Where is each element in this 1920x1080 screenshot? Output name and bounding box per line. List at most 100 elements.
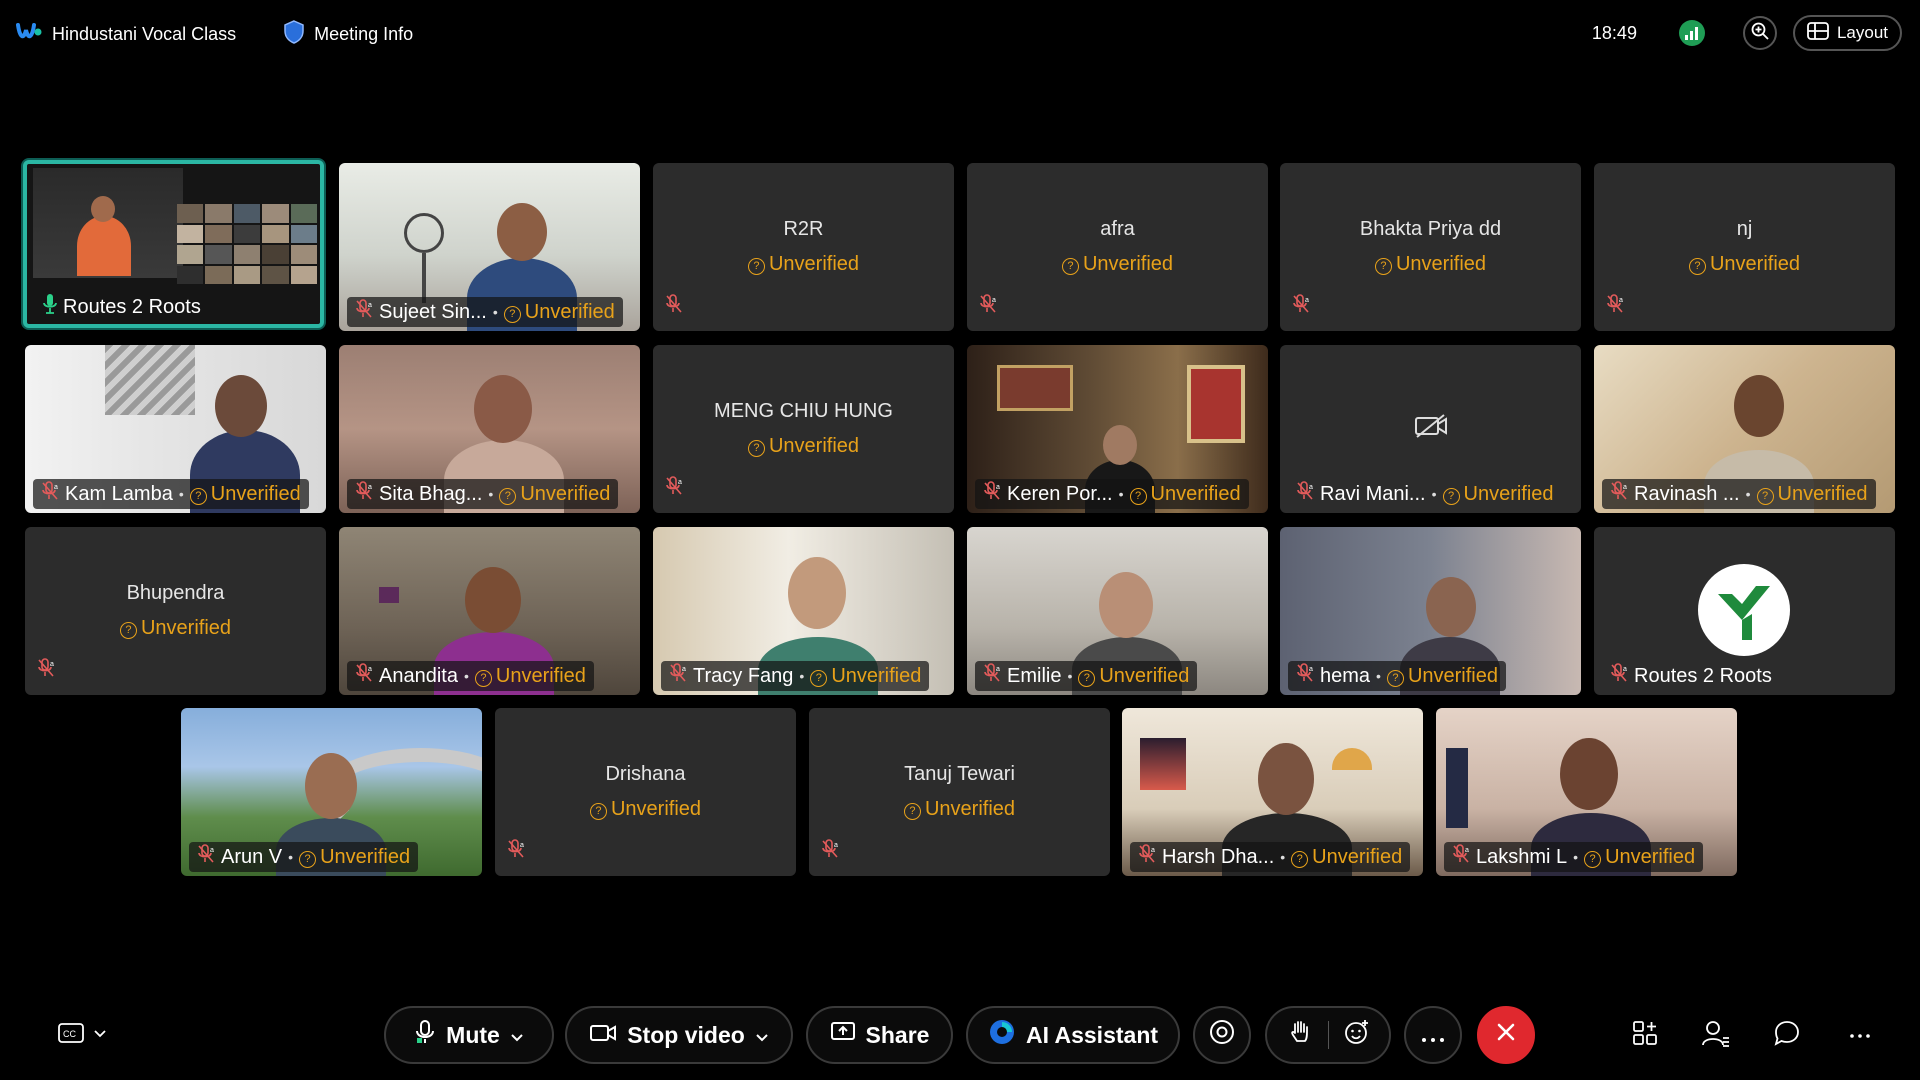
layout-button[interactable]: Layout xyxy=(1792,15,1902,51)
unverified-badge: ? Unverified xyxy=(189,482,301,506)
wall-art xyxy=(1446,748,1468,828)
participant-name: hema xyxy=(1320,664,1371,687)
participant-tile-arun-v[interactable]: a Arun V • ? Unverified xyxy=(181,708,482,876)
ai-assistant-icon xyxy=(988,1018,1016,1052)
wall-poster xyxy=(1140,738,1186,790)
participant-head xyxy=(474,375,532,443)
microphone-muted-icon: a xyxy=(1452,844,1470,870)
svg-text:a: a xyxy=(1305,297,1309,304)
unverified-label: Unverified xyxy=(524,300,615,323)
participant-name: Sita Bhag... xyxy=(379,482,483,505)
svg-text:a: a xyxy=(1619,297,1623,304)
network-signal-icon[interactable] xyxy=(1678,20,1705,46)
participant-head xyxy=(1258,743,1314,815)
share-label: Share xyxy=(865,1021,930,1048)
participant-tile-routes-2-roots-presenter[interactable]: Routes 2 Roots xyxy=(23,160,324,328)
participant-head xyxy=(788,557,846,629)
unverified-badge: ? Unverified xyxy=(653,253,954,276)
participant-name-tag: a Lakshmi L • ? Unverified xyxy=(1444,842,1704,872)
reaction-button[interactable] xyxy=(1329,1018,1385,1052)
separator-dot: • xyxy=(288,849,294,865)
stop-video-button[interactable]: Stop video xyxy=(565,1006,793,1064)
svg-text:a: a xyxy=(682,666,686,673)
svg-text:a: a xyxy=(996,484,1000,491)
participant-tile-routes-2-roots-avatar[interactable]: a Routes 2 Roots xyxy=(1594,527,1895,695)
participant-head xyxy=(215,375,267,437)
participant-tile-meng-chiu-hung[interactable]: MENG CHIU HUNG ? Unverified a xyxy=(653,345,954,513)
participant-tile-anandita[interactable]: a Anandita • ? Unverified xyxy=(339,527,640,695)
participant-tile-hema[interactable]: a hema • ? Unverified xyxy=(1280,527,1581,695)
microphone-muted-icon: a xyxy=(665,476,683,501)
more-options-button[interactable] xyxy=(1404,1006,1462,1064)
participant-tile-ravi-mani[interactable]: a Ravi Mani... • ? Unverified xyxy=(1280,345,1581,513)
end-call-button[interactable] xyxy=(1477,1006,1535,1064)
participant-tile-ravinash[interactable]: a Ravinash ... • ? Unverified xyxy=(1594,345,1895,513)
participant-tile-keren[interactable]: a Keren Por... • ? Unverified xyxy=(967,345,1268,513)
participant-name-tag: a Keren Por... • ? Unverified xyxy=(975,479,1249,509)
unverified-badge: ? Unverified xyxy=(653,435,954,458)
record-button[interactable] xyxy=(1193,1006,1251,1064)
participant-tile-drishana[interactable]: Drishana ? Unverified a xyxy=(495,708,796,876)
svg-text:a: a xyxy=(996,666,1000,673)
participant-tile-tracy-fang[interactable]: a Tracy Fang • ? Unverified xyxy=(653,527,954,695)
microphone-muted-icon: a xyxy=(1610,663,1628,689)
meeting-title[interactable]: Hindustani Vocal Class xyxy=(52,24,236,45)
unverified-badge: ? Unverified xyxy=(503,300,615,324)
participant-tile-lakshmi-l[interactable]: a Lakshmi L • ? Unverified xyxy=(1436,708,1737,876)
participant-name: Arun V xyxy=(221,845,283,868)
participant-head xyxy=(1560,738,1618,810)
meeting-info-link[interactable]: Meeting Info xyxy=(314,24,413,45)
unverified-label: Unverified xyxy=(768,435,860,457)
apps-button[interactable] xyxy=(1627,1020,1663,1050)
participant-head xyxy=(1103,425,1137,465)
svg-text:a: a xyxy=(50,661,54,668)
share-button[interactable]: Share xyxy=(806,1006,953,1064)
layout-grid-icon xyxy=(1807,21,1829,45)
participant-name: Drishana xyxy=(605,763,686,785)
participant-tile-afra[interactable]: afra ? Unverified a xyxy=(967,163,1268,331)
separator-dot: • xyxy=(1431,486,1437,502)
participant-tile-r2r[interactable]: R2R ? Unverified xyxy=(653,163,954,331)
svg-text:a: a xyxy=(210,847,214,854)
participant-name: Tracy Fang xyxy=(693,664,794,687)
unverified-badge: ? Unverified xyxy=(1594,253,1895,276)
mute-button[interactable]: Mute xyxy=(384,1006,554,1064)
lamp-shade xyxy=(1332,748,1372,770)
participant-name-tag: a Kam Lamba • ? Unverified xyxy=(33,479,309,509)
unverified-badge: ? Unverified xyxy=(495,798,796,821)
unverified-label: Unverified xyxy=(210,482,301,505)
shared-grid-thumbnails xyxy=(177,204,317,284)
meeting-header: Hindustani Vocal Class Meeting Info xyxy=(16,20,413,49)
participant-tile-emilie[interactable]: a Emilie • ? Unverified xyxy=(967,527,1268,695)
participants-button[interactable] xyxy=(1698,1020,1734,1050)
participant-tile-sita[interactable]: a Sita Bhag... • ? Unverified xyxy=(339,345,640,513)
captions-button[interactable]: CC xyxy=(52,1020,112,1050)
reaction-icon xyxy=(1343,1018,1371,1052)
participant-tile-harsh[interactable]: a Harsh Dha... • ? Unverified xyxy=(1122,708,1423,876)
video-camera-icon xyxy=(589,1022,617,1049)
participant-name: Sujeet Sin... xyxy=(379,300,487,323)
svg-text:CC: CC xyxy=(63,1029,76,1039)
unverified-badge: ? Unverified xyxy=(967,253,1268,276)
zoom-in-button[interactable] xyxy=(1742,16,1777,50)
chevron-down-icon xyxy=(755,1022,769,1049)
shield-icon xyxy=(284,20,304,49)
participant-name: Ravi Mani... xyxy=(1320,482,1426,505)
participant-tile-bhakta-priya[interactable]: Bhakta Priya dd ? Unverified a xyxy=(1280,163,1581,331)
ai-assistant-button[interactable]: AI Assistant xyxy=(966,1006,1180,1064)
participant-tile-tanuj-tewari[interactable]: Tanuj Tewari ? Unverified a xyxy=(809,708,1110,876)
chat-button[interactable] xyxy=(1769,1020,1805,1050)
microphone-muted-icon: a xyxy=(355,481,373,507)
avatar-logo-icon xyxy=(1718,586,1770,640)
participant-tile-sujeet[interactable]: a Sujeet Sin... • ? Unverified xyxy=(339,163,640,331)
separator-dot: • xyxy=(178,486,184,502)
chat-icon xyxy=(1773,1019,1801,1052)
participant-tile-kam-lamba[interactable]: a Kam Lamba • ? Unverified xyxy=(25,345,326,513)
more-icon xyxy=(1849,1026,1871,1044)
participant-tile-bhupendra[interactable]: Bhupendra ? Unverified a xyxy=(25,527,326,695)
participant-tile-nj[interactable]: nj ? Unverified a xyxy=(1594,163,1895,331)
participant-name-tag: a Ravinash ... • ? Unverified xyxy=(1602,479,1876,509)
raise-hand-button[interactable] xyxy=(1272,1019,1328,1051)
presenter-head xyxy=(91,196,115,222)
overflow-menu-button[interactable] xyxy=(1842,1020,1878,1050)
